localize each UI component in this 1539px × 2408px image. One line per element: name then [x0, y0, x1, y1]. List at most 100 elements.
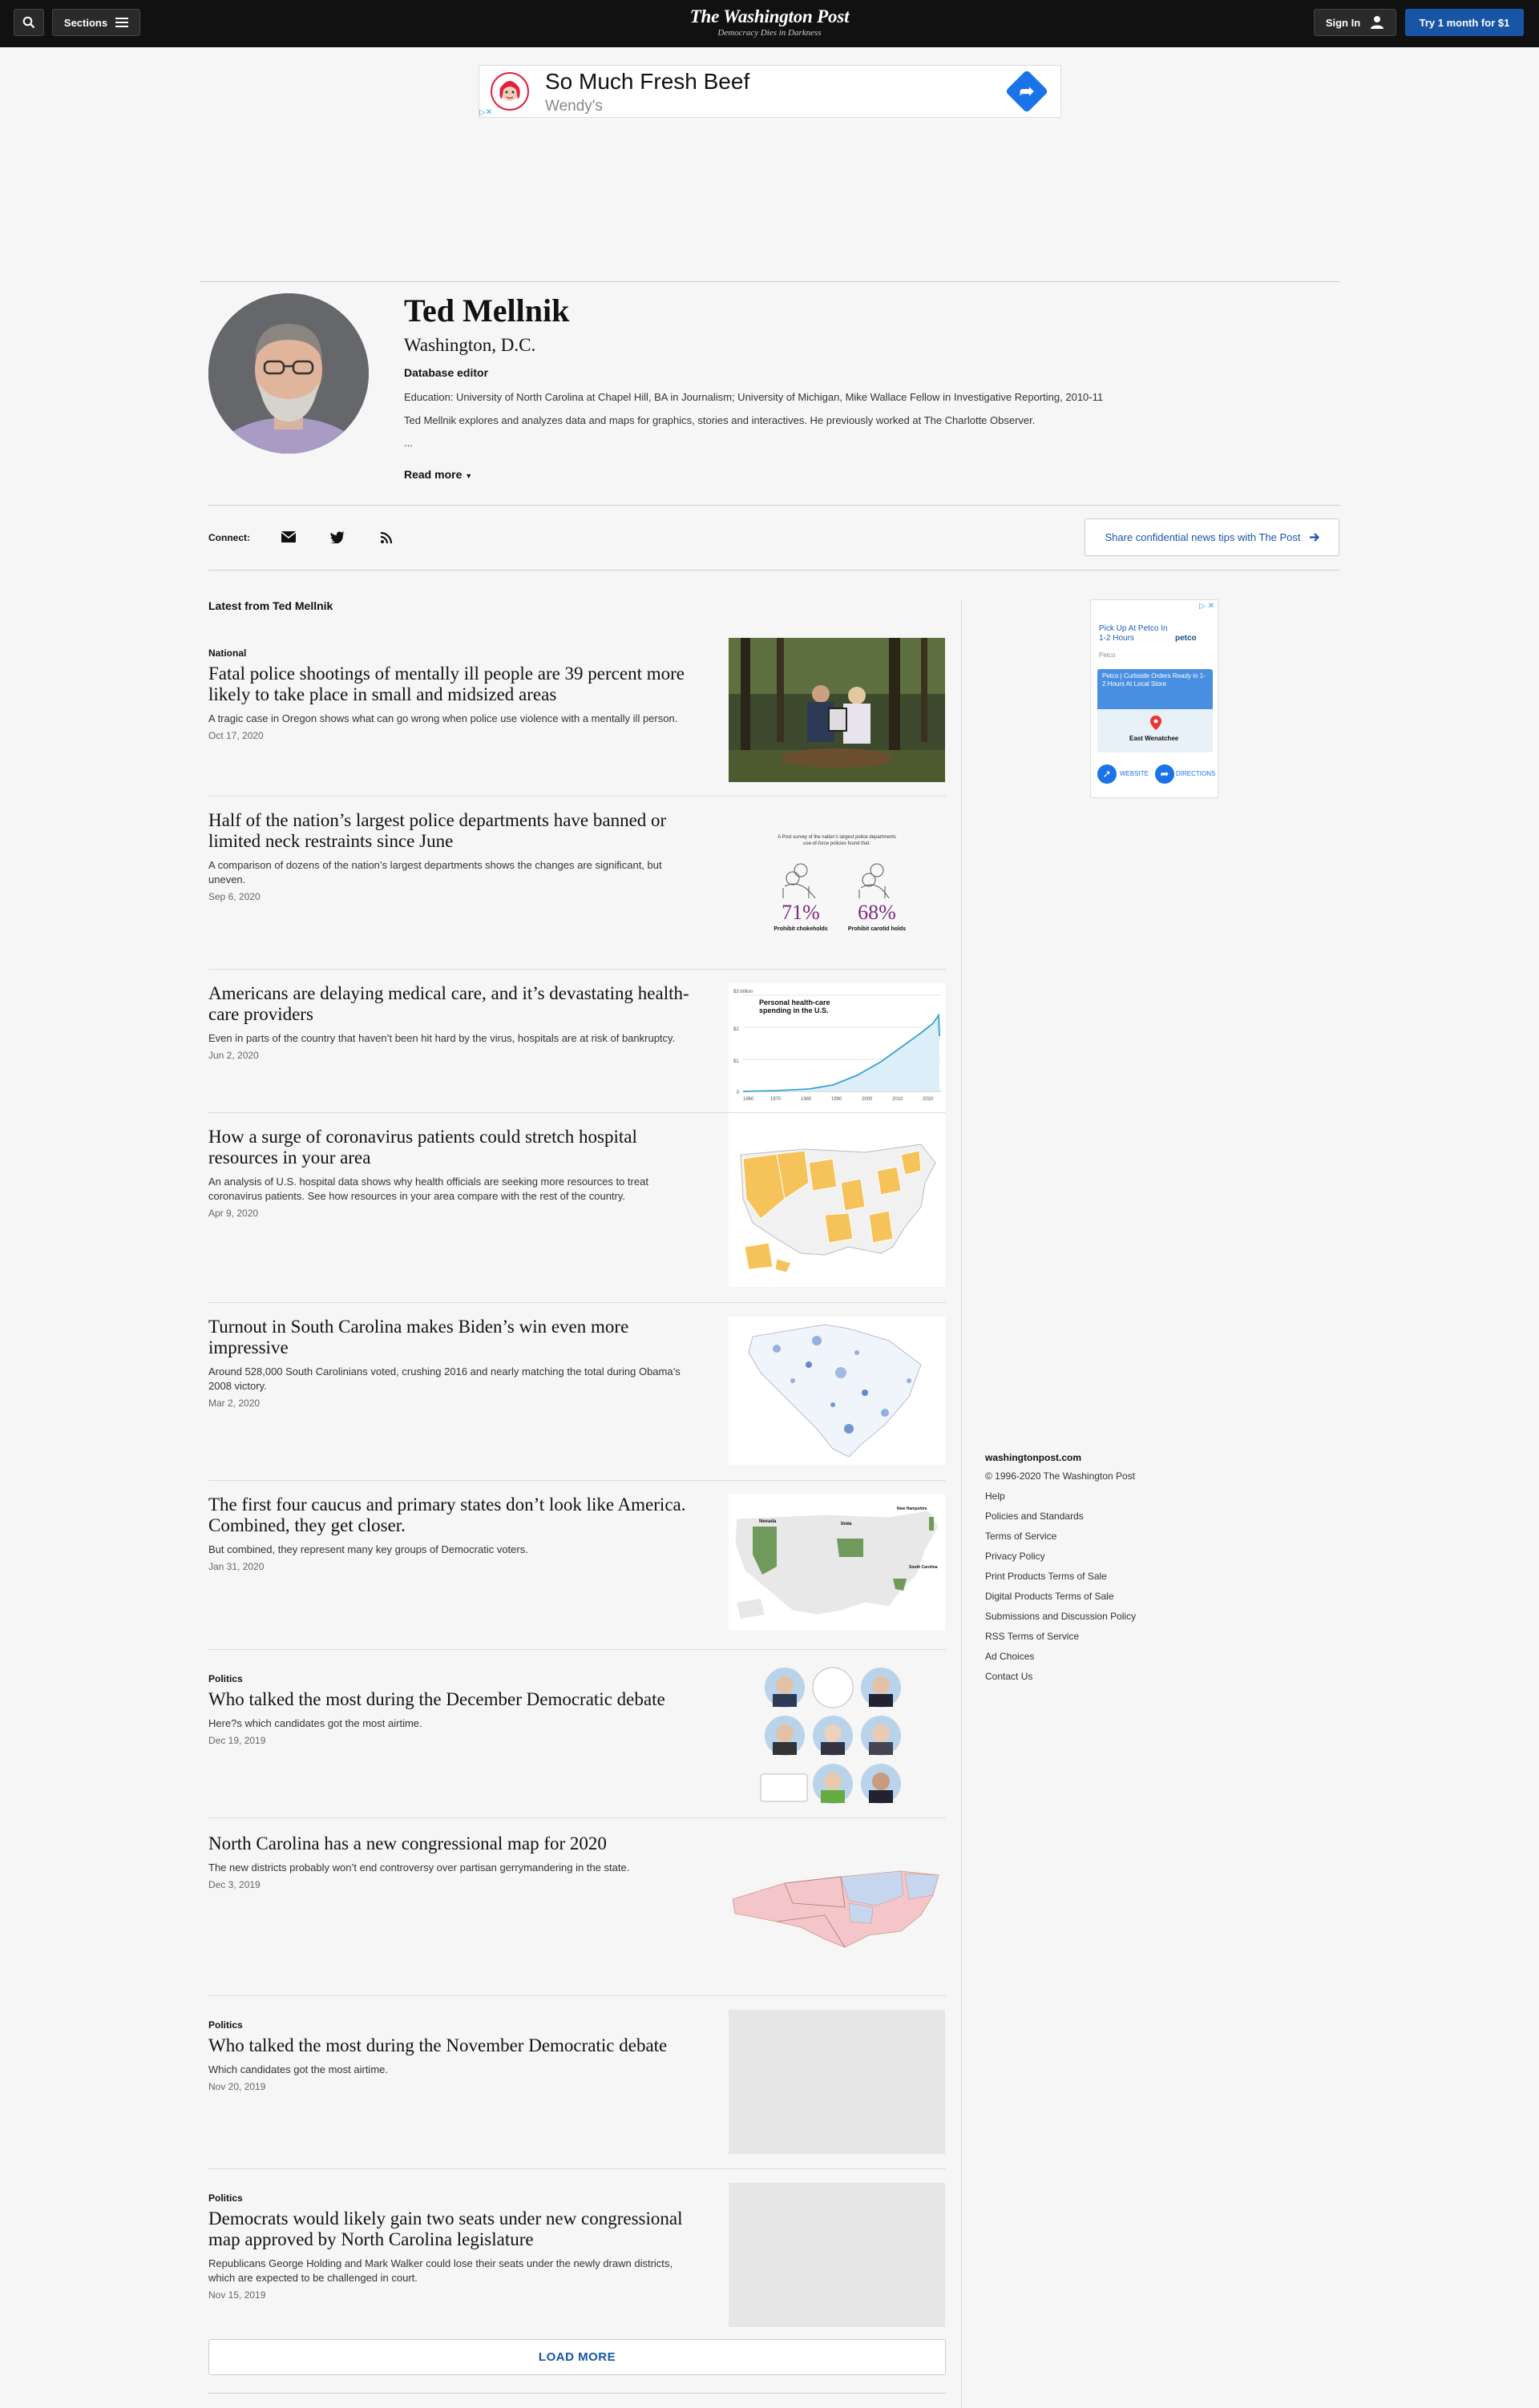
- article-headline[interactable]: Turnout in South Carolina makes Biden’s …: [208, 1317, 689, 1358]
- ad-brand: Wendy's: [545, 98, 603, 115]
- svg-text:$1: $1: [733, 1059, 739, 1064]
- load-more-button[interactable]: LOAD MORE: [208, 2339, 946, 2375]
- article-thumbnail-map[interactable]: Nevada Iowa New Hampshire South Carolina: [729, 1494, 945, 1631]
- footer-link-submissions[interactable]: Submissions and Discussion Policy: [985, 1611, 1226, 1631]
- article-thumbnail-placeholder[interactable]: [729, 2183, 945, 2327]
- side-ad-card-text: Petco | Curbside Orders Ready in 1-2 Hou…: [1097, 669, 1213, 709]
- ad-headline: So Much Fresh Beef: [545, 69, 750, 94]
- bio-ellipsis: ...: [404, 437, 413, 449]
- connect-label: Connect:: [208, 532, 250, 543]
- logo-title: The Washington Post: [689, 6, 850, 26]
- map-label-new-hampshire: New Hampshire: [897, 1507, 927, 1511]
- map-label-nevada: Nevada: [759, 1519, 777, 1524]
- article-headline[interactable]: Americans are delaying medical care, and…: [208, 983, 689, 1025]
- divider: [208, 2393, 946, 2394]
- ad-choices-icon[interactable]: ▷✕: [479, 108, 492, 117]
- article-blurb: The new districts probably won’t end con…: [208, 1861, 630, 1874]
- footer-link-rss-terms[interactable]: RSS Terms of Service: [985, 1631, 1226, 1651]
- directions-icon[interactable]: ➦: [1016, 80, 1038, 103]
- footer-link-terms[interactable]: Terms of Service: [985, 1531, 1226, 1551]
- article-headline[interactable]: Who talked the most during the November …: [208, 2035, 689, 2056]
- svg-text:1970: 1970: [770, 1097, 782, 1102]
- sign-in-label: Sign In: [1325, 16, 1361, 29]
- divider: [200, 281, 1339, 282]
- article-headline[interactable]: North Carolina has a new congressional m…: [208, 1833, 689, 1854]
- article-thumbnail-map[interactable]: [729, 1317, 945, 1465]
- author-avatar: [208, 293, 369, 454]
- article-thumbnail-map[interactable]: [729, 1859, 945, 1955]
- article-separator: [208, 1817, 946, 1818]
- article-thumbnail-chart[interactable]: $3 trillion Personal health-care spendin…: [729, 983, 945, 1127]
- directions-link[interactable]: DIRECTIONS: [1176, 770, 1215, 777]
- share-tips-button[interactable]: Share confidential news tips with The Po…: [1085, 518, 1339, 556]
- article-separator: [208, 1995, 946, 1996]
- author-education: Education: University of North Carolina …: [404, 391, 1104, 403]
- side-ad[interactable]: ▷ ✕ Pick Up At Petco In 1-2 Hours petco …: [1090, 599, 1218, 798]
- article-headline[interactable]: How a surge of coronavirus patients coul…: [208, 1127, 689, 1168]
- svg-text:1980: 1980: [801, 1097, 812, 1102]
- footer-link-contact[interactable]: Contact Us: [985, 1671, 1226, 1691]
- article-blurb: Around 528,000 South Carolinians voted, …: [208, 1365, 681, 1392]
- petco-logo: petco: [1175, 634, 1197, 643]
- footer-link-policies[interactable]: Policies and Standards: [985, 1511, 1226, 1531]
- article-separator: [208, 2168, 946, 2169]
- article-headline[interactable]: Who talked the most during the December …: [208, 1689, 689, 1710]
- divider: [208, 505, 1339, 506]
- article-headline[interactable]: Democrats would likely gain two seats un…: [208, 2208, 689, 2250]
- footer-link-help[interactable]: Help: [985, 1490, 1226, 1511]
- footer-link-print-terms[interactable]: Print Products Terms of Sale: [985, 1571, 1226, 1591]
- envelope-icon[interactable]: [281, 529, 297, 545]
- article-thumbnail-map[interactable]: [729, 1127, 945, 1287]
- article-separator: [208, 796, 946, 797]
- article-thumbnail-photo[interactable]: [729, 638, 945, 782]
- site-logo[interactable]: The Washington Post Democracy Dies in Da…: [0, 6, 1539, 38]
- article-blurb: Which candidates got the most airtime.: [208, 2063, 388, 2075]
- stat-carotid: 68%: [858, 901, 896, 924]
- column-divider: [961, 599, 962, 2408]
- read-more-button[interactable]: Read more ▼: [404, 468, 472, 481]
- footer-link-ad-choices[interactable]: Ad Choices: [985, 1651, 1226, 1671]
- author-bio: Ted Mellnik explores and analyzes data a…: [404, 414, 1036, 426]
- stat-carotid-label: Prohibit carotid holds: [847, 926, 907, 932]
- logo-tagline: Democracy Dies in Darkness: [717, 28, 822, 38]
- stat-chokeholds: 71%: [782, 901, 820, 924]
- website-link[interactable]: WEBSITE: [1120, 770, 1149, 777]
- footer-link-digital-terms[interactable]: Digital Products Terms of Sale: [985, 1591, 1226, 1611]
- svg-text:1990: 1990: [831, 1097, 842, 1102]
- author-location: Washington, D.C.: [404, 335, 536, 355]
- subscribe-button[interactable]: Try 1 month for $1: [1405, 9, 1524, 36]
- author-name: Ted Mellnik: [404, 292, 570, 329]
- article-thumbnail-placeholder[interactable]: [729, 2010, 945, 2154]
- article-headline[interactable]: Half of the nation’s largest police depa…: [208, 810, 689, 852]
- author-role: Database editor: [404, 366, 489, 379]
- directions-icon[interactable]: ➦: [1155, 764, 1174, 784]
- svg-text:2020: 2020: [923, 1097, 934, 1102]
- svg-text:2000: 2000: [862, 1097, 873, 1102]
- sign-in-button[interactable]: Sign In: [1314, 9, 1396, 36]
- side-ad-card[interactable]: Petco | Curbside Orders Ready in 1-2 Hou…: [1097, 669, 1213, 752]
- footer: washingtonpost.com © 1996-2020 The Washi…: [985, 1452, 1226, 1691]
- article-thumbnail-candidates[interactable]: [729, 1664, 945, 1808]
- thumb-caption: A Post survey of the nation's largest po…: [778, 835, 896, 846]
- globe-icon[interactable]: ➚: [1097, 764, 1117, 784]
- side-ad-headline: Pick Up At Petco In 1-2 Hours: [1099, 624, 1168, 643]
- article-blurb: A tragic case in Oregon shows what can g…: [208, 712, 678, 724]
- top-ad-banner[interactable]: So Much Fresh Beef Wendy's ➦ ▷✕: [479, 65, 1061, 118]
- rss-icon[interactable]: [378, 529, 394, 545]
- svg-text:1960: 1960: [743, 1097, 754, 1102]
- article-separator: [208, 1112, 946, 1113]
- article-headline[interactable]: The first four caucus and primary states…: [208, 1494, 689, 1536]
- wendys-logo: [491, 72, 529, 111]
- article-thumbnail-graphic[interactable]: A Post survey of the nation's largest po…: [729, 810, 945, 954]
- article-blurb: Republicans George Holding and Mark Walk…: [208, 2257, 673, 2284]
- footer-site[interactable]: washingtonpost.com: [985, 1452, 1226, 1463]
- article-separator: [208, 1649, 946, 1650]
- twitter-icon[interactable]: [329, 529, 345, 545]
- article-blurb: Even in parts of the country that haven’…: [208, 1032, 676, 1044]
- ad-choices-icon[interactable]: ▷ ✕: [1199, 602, 1214, 611]
- article-headline[interactable]: Fatal police shootings of mentally ill p…: [208, 664, 689, 705]
- map-pin-icon: [1150, 716, 1161, 730]
- share-tips-label: Share confidential news tips with The Po…: [1105, 531, 1301, 543]
- article-separator: [208, 1302, 946, 1303]
- footer-link-privacy[interactable]: Privacy Policy: [985, 1551, 1226, 1571]
